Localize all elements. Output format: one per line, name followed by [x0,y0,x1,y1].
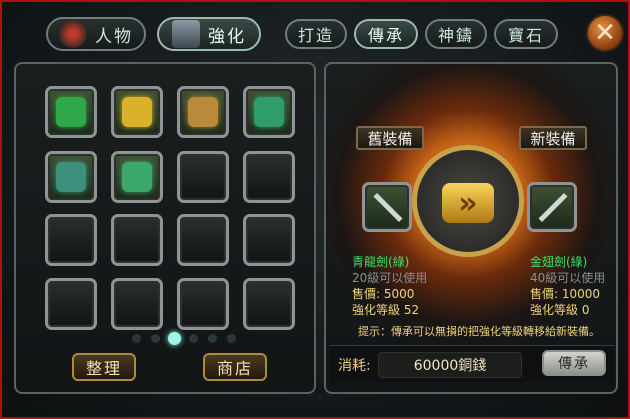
treasure-chest-icon [188,97,218,127]
green-robe-icon [254,97,284,127]
old-item-level: 20級可以使用 [352,271,428,285]
page-dot[interactable] [227,334,236,343]
new-sword-slot[interactable] [527,182,577,232]
cost-value-box: 60000銅錢 [378,352,522,378]
inventory-slot[interactable] [45,214,97,266]
page-dot[interactable] [189,334,198,343]
gold-ingot-icon [122,97,152,127]
old-sword-slot[interactable] [362,182,412,232]
inventory-slot[interactable] [243,86,295,138]
warrior-helmet-icon [59,20,87,48]
inventory-slot[interactable] [111,278,163,330]
page-dot[interactable] [132,334,141,343]
old-item-price: 售價: 5000 [352,287,415,301]
new-equipment-label: 新裝備 [519,126,587,150]
green-chest-icon [56,97,86,127]
game-window: 人物 強化 打造 傳承 神鑄 寶石 ✕ 整理 商店 舊裝備 新裝備 » 青龍劍(… [0,0,630,419]
new-item-enhance: 強化等級 0 [530,303,590,317]
jade-amulet-icon [122,162,152,192]
page-dot[interactable] [151,334,160,343]
old-equipment-label: 舊裝備 [356,126,424,150]
inventory-slot[interactable] [111,214,163,266]
cost-value: 60000銅錢 [413,358,487,374]
tab-gem[interactable]: 寶石 [494,19,558,49]
cost-label: 消耗: [338,358,371,374]
inherit-button[interactable]: 傳承 [542,350,606,376]
inventory-slot[interactable] [45,86,97,138]
inventory-slot[interactable] [177,151,229,203]
inherit-arrow-icon: » [442,183,494,223]
inventory-slot[interactable] [111,86,163,138]
inventory-slot[interactable] [243,214,295,266]
tab-divine-cast[interactable]: 神鑄 [425,19,487,49]
old-item-name: 青龍劍(綠) [352,255,410,269]
new-item-level: 40級可以使用 [530,271,606,285]
inventory-slot[interactable] [177,278,229,330]
shop-button[interactable]: 商店 [203,353,267,381]
tab-character[interactable]: 人物 [46,17,146,51]
inherit-hint: 提示：傳承可以無損的把強化等級轉移給新裝備。 [358,325,600,338]
new-item-name: 金翅劍(綠) [530,255,588,269]
inventory-slot[interactable] [243,151,295,203]
anvil-icon [172,20,200,48]
page-dot[interactable] [208,334,217,343]
inventory-slot[interactable] [177,214,229,266]
inventory-slot[interactable] [111,151,163,203]
page-dot[interactable] [168,332,181,345]
jade-pendant-icon [56,162,86,192]
tab-inherit[interactable]: 傳承 [354,19,418,49]
sort-button[interactable]: 整理 [72,353,136,381]
tab-enhance[interactable]: 強化 [157,17,261,51]
tab-forge[interactable]: 打造 [285,19,347,49]
new-item-price: 售價: 10000 [530,287,601,301]
inventory-slot[interactable] [45,278,97,330]
old-item-enhance: 強化等級 52 [352,303,420,317]
inventory-slot[interactable] [177,86,229,138]
sword-icon [538,193,568,222]
inventory-slot[interactable] [45,151,97,203]
sword-icon [373,193,403,222]
close-icon[interactable]: ✕ [586,14,624,52]
inventory-slot[interactable] [243,278,295,330]
